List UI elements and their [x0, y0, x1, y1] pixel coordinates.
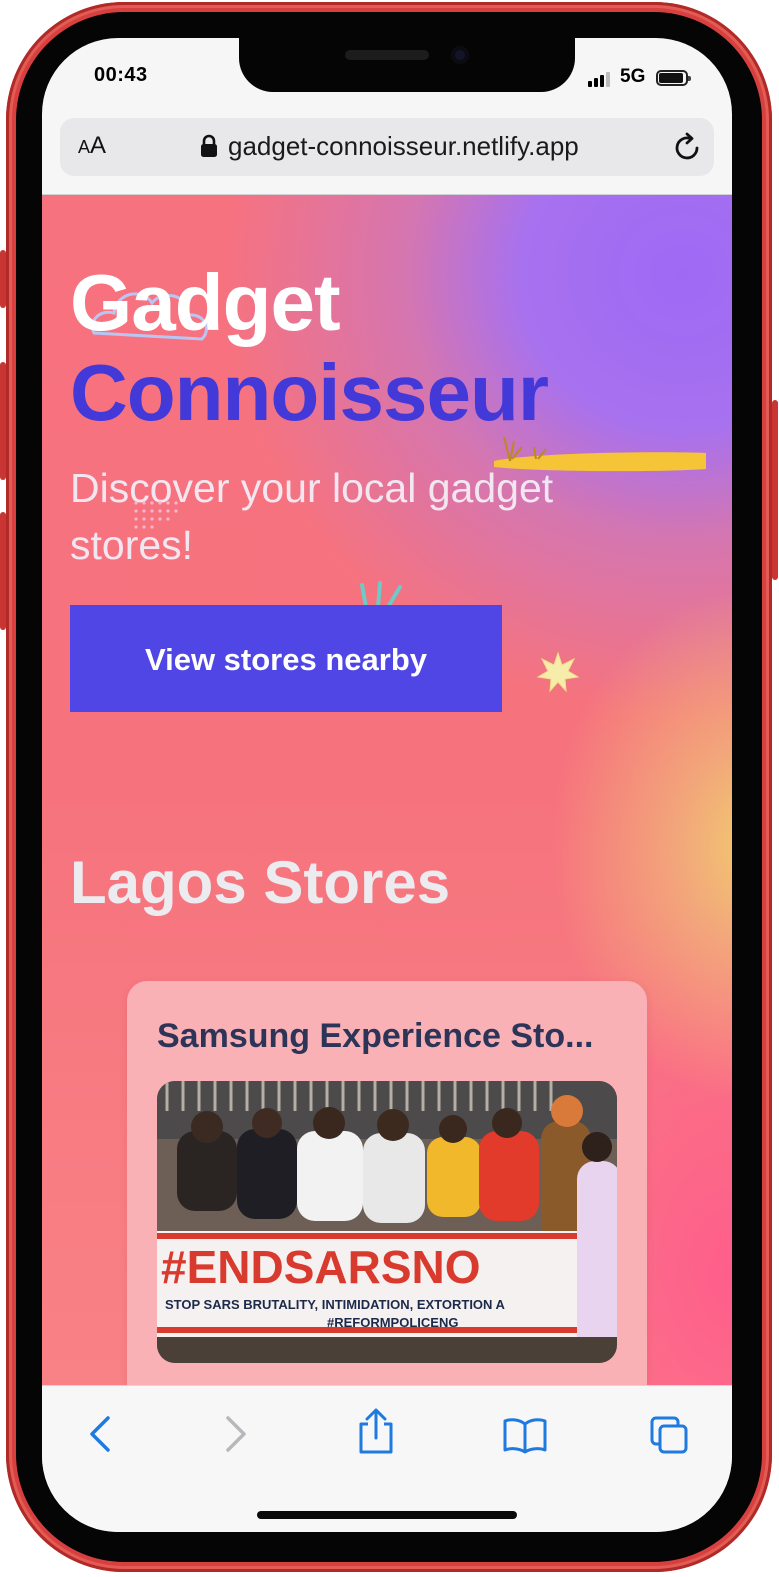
url-text[interactable]: gadget-connoisseur.netlify.app: [228, 131, 579, 162]
view-stores-nearby-button[interactable]: View stores nearby: [70, 605, 502, 712]
silent-switch: [0, 250, 6, 308]
dot-grid-doodle-icon: [134, 501, 178, 529]
protest-photo: #ENDSARSNO STOP SARS BRUTALITY, INTIMIDA…: [157, 1081, 617, 1363]
signal-icon: [588, 72, 610, 87]
banner-line: STOP SARS BRUTALITY, INTIMIDATION, EXTOR…: [165, 1297, 506, 1312]
banner-hashtag: #ENDSARSNO: [161, 1241, 481, 1293]
hero-title-line-2: Connoisseur: [70, 348, 549, 437]
text-size-button[interactable]: AA: [78, 132, 106, 160]
share-icon[interactable]: [357, 1408, 395, 1454]
lagos-stores-heading: Lagos Stores: [70, 849, 451, 916]
notch: [239, 38, 575, 92]
browser-toolbar: [42, 1385, 732, 1532]
store-card-image[interactable]: #ENDSARSNO STOP SARS BRUTALITY, INTIMIDA…: [157, 1081, 617, 1363]
home-indicator[interactable]: [257, 1511, 517, 1519]
front-camera: [451, 46, 469, 64]
speaker-grille: [345, 50, 429, 60]
reload-icon[interactable]: [671, 131, 703, 163]
store-card-title[interactable]: Samsung Experience Sto...: [157, 1017, 617, 1056]
star-doodle-icon: [536, 651, 580, 693]
status-time: 00:43: [94, 64, 148, 86]
volume-up-button: [0, 362, 6, 480]
bookmarks-icon[interactable]: [502, 1416, 548, 1454]
web-page: Gadget Connoisseur Discover your local g…: [42, 195, 732, 1385]
power-button: [772, 400, 778, 580]
lock-icon: [201, 134, 217, 157]
battery-icon: [656, 70, 691, 86]
hero-title-line-1: Gadget: [70, 258, 341, 347]
store-card[interactable]: Samsung Experience Sto... #ENDSARSNO STO…: [127, 981, 647, 1385]
volume-down-button: [0, 512, 6, 630]
forward-icon[interactable]: [224, 1414, 248, 1454]
address-bar[interactable]: AA gadget-connoisseur.netlify.app: [60, 118, 714, 176]
banner-tag: #REFORMPOLICENG: [327, 1315, 458, 1330]
back-icon[interactable]: [88, 1414, 112, 1454]
tabs-icon[interactable]: [648, 1414, 690, 1456]
network-type: 5G: [620, 66, 646, 87]
phone-screen: 00:43 5G AA gadget-connoisseur.netlify.a…: [42, 38, 732, 1532]
